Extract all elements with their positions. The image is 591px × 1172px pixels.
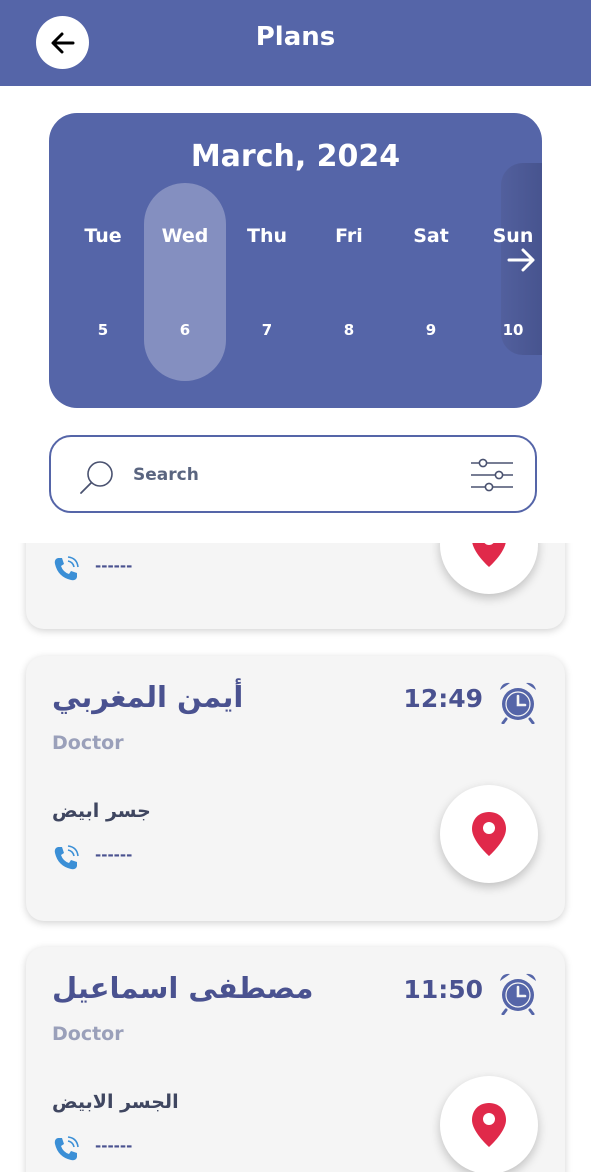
day-fri[interactable]: Fri 8: [308, 113, 390, 408]
person-name: مصطفى اسماعيل: [52, 971, 314, 1005]
phone-icon[interactable]: [52, 555, 80, 583]
phone-number: ------: [95, 846, 133, 864]
app-header: Plans: [0, 0, 591, 86]
search-bar: [49, 435, 537, 513]
day-name: Fri: [335, 225, 363, 247]
day-number: 5: [97, 321, 109, 339]
plans-list: ------ أيمن المغربي Doctor 12:49 جسر ابي…: [0, 543, 591, 1172]
day-name: Wed: [161, 225, 209, 247]
map-pin-icon: [472, 812, 506, 856]
phone-icon[interactable]: [52, 1135, 80, 1163]
day-number: 10: [502, 321, 524, 339]
day-sat[interactable]: Sat 9: [390, 113, 472, 408]
day-wed[interactable]: Wed 6: [144, 113, 226, 408]
location-button[interactable]: [440, 1076, 538, 1172]
page-title: Plans: [255, 22, 336, 52]
plan-time: 12:49: [403, 684, 483, 713]
day-name: Sat: [413, 225, 449, 247]
address: جسر ابيض: [52, 800, 151, 822]
person-role: Doctor: [52, 732, 124, 754]
day-number: 8: [343, 321, 355, 339]
arrow-right-icon[interactable]: [505, 245, 539, 275]
map-pin-icon: [472, 543, 506, 567]
address: الجسر الابيض: [52, 1091, 179, 1113]
day-thu[interactable]: Thu 7: [226, 113, 308, 408]
day-number: 7: [261, 321, 273, 339]
day-name: Sun: [492, 225, 534, 247]
location-button[interactable]: [440, 543, 538, 594]
day-number: 9: [425, 321, 437, 339]
plan-time: 11:50: [403, 975, 483, 1004]
map-pin-icon: [472, 1103, 506, 1147]
search-input[interactable]: [131, 461, 435, 489]
sliders-icon[interactable]: [469, 457, 515, 493]
alarm-clock-icon: [500, 682, 536, 724]
person-name: أيمن المغربي: [52, 680, 244, 714]
day-name: Thu: [246, 225, 287, 247]
search-icon[interactable]: [78, 457, 118, 497]
alarm-clock-icon: [500, 973, 536, 1015]
location-button[interactable]: [440, 785, 538, 883]
date-picker: March, 2024 Tue 5 Wed 6 Thu 7 Fri 8 Sat …: [49, 113, 542, 408]
phone-number: ------: [95, 557, 133, 575]
day-name: Tue: [84, 225, 122, 247]
plan-card[interactable]: أيمن المغربي Doctor 12:49 جسر ابيض -----…: [26, 656, 565, 921]
plan-card[interactable]: مصطفى اسماعيل Doctor 11:50 الجسر الابيض …: [26, 947, 565, 1172]
phone-icon[interactable]: [52, 844, 80, 872]
day-number: 6: [179, 321, 191, 339]
plan-card[interactable]: ------: [26, 543, 565, 629]
person-role: Doctor: [52, 1023, 124, 1045]
day-tue[interactable]: Tue 5: [62, 113, 144, 408]
phone-number: ------: [95, 1137, 133, 1155]
